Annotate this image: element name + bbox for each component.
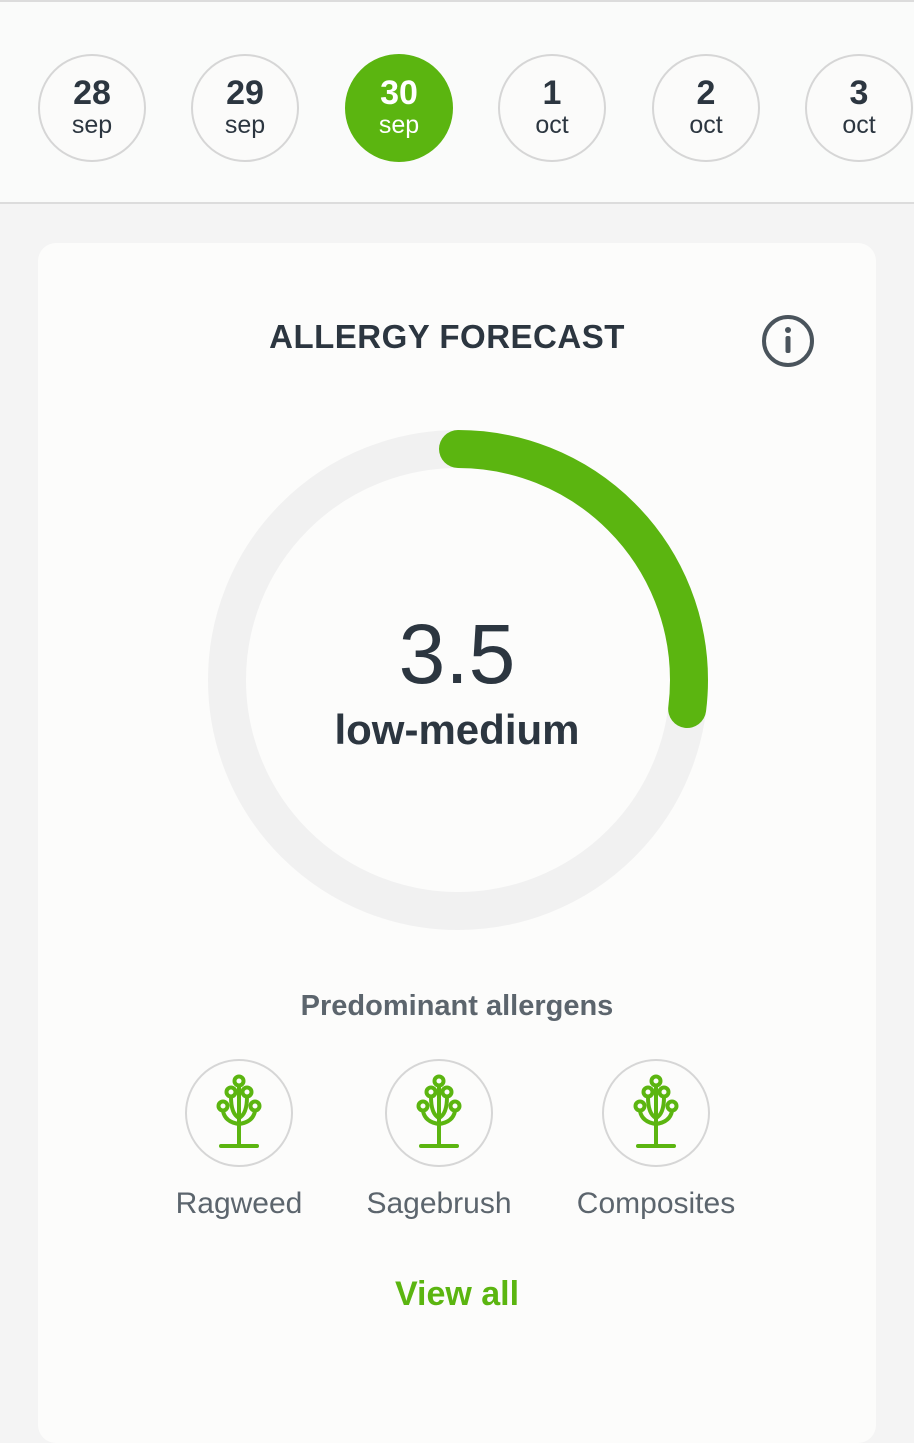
date-month: oct <box>689 111 723 139</box>
allergen-icon-circle <box>185 1059 293 1167</box>
date-item-29-sep[interactable]: 29 sep <box>191 54 299 162</box>
date-day: 30 <box>380 74 418 112</box>
date-month: oct <box>535 111 569 139</box>
allergen-sagebrush[interactable]: Sagebrush <box>324 1059 554 1221</box>
allergen-ragweed[interactable]: Ragweed <box>124 1059 354 1221</box>
date-day: 28 <box>73 74 111 112</box>
date-item-1-oct[interactable]: 1 oct <box>498 54 606 162</box>
date-day: 29 <box>226 74 264 112</box>
allergen-icon-circle <box>602 1059 710 1167</box>
info-icon[interactable] <box>760 313 816 369</box>
gauge-value: 3.5 <box>398 607 516 701</box>
allergen-name: Sagebrush <box>366 1187 512 1220</box>
gauge-level-label: low-medium <box>334 706 580 753</box>
view-all-link[interactable]: View all <box>0 1275 914 1314</box>
allergen-name: Composites <box>576 1187 736 1220</box>
date-item-2-oct[interactable]: 2 oct <box>652 54 760 162</box>
allergen-name: Ragweed <box>175 1187 303 1220</box>
date-day: 3 <box>849 74 869 112</box>
date-month: sep <box>378 111 420 139</box>
plant-icon <box>633 1074 679 1148</box>
allergens-title: Predominant allergens <box>300 990 614 1022</box>
plant-icon <box>216 1074 262 1148</box>
date-month: sep <box>71 111 113 139</box>
allergen-composites[interactable]: Composites <box>541 1059 771 1221</box>
date-strip: 28 sep 29 sep 30 sep 1 oct 2 oct 3 oct <box>0 0 914 204</box>
date-item-28-sep[interactable]: 28 sep <box>38 54 146 162</box>
date-day: 1 <box>542 74 562 112</box>
allergen-icon-circle <box>385 1059 493 1167</box>
date-month: sep <box>224 111 266 139</box>
plant-icon <box>416 1074 462 1148</box>
date-item-3-oct[interactable]: 3 oct <box>805 54 913 162</box>
date-day: 2 <box>696 74 716 112</box>
date-month: oct <box>842 111 876 139</box>
date-item-30-sep-selected[interactable]: 30 sep <box>345 54 453 162</box>
